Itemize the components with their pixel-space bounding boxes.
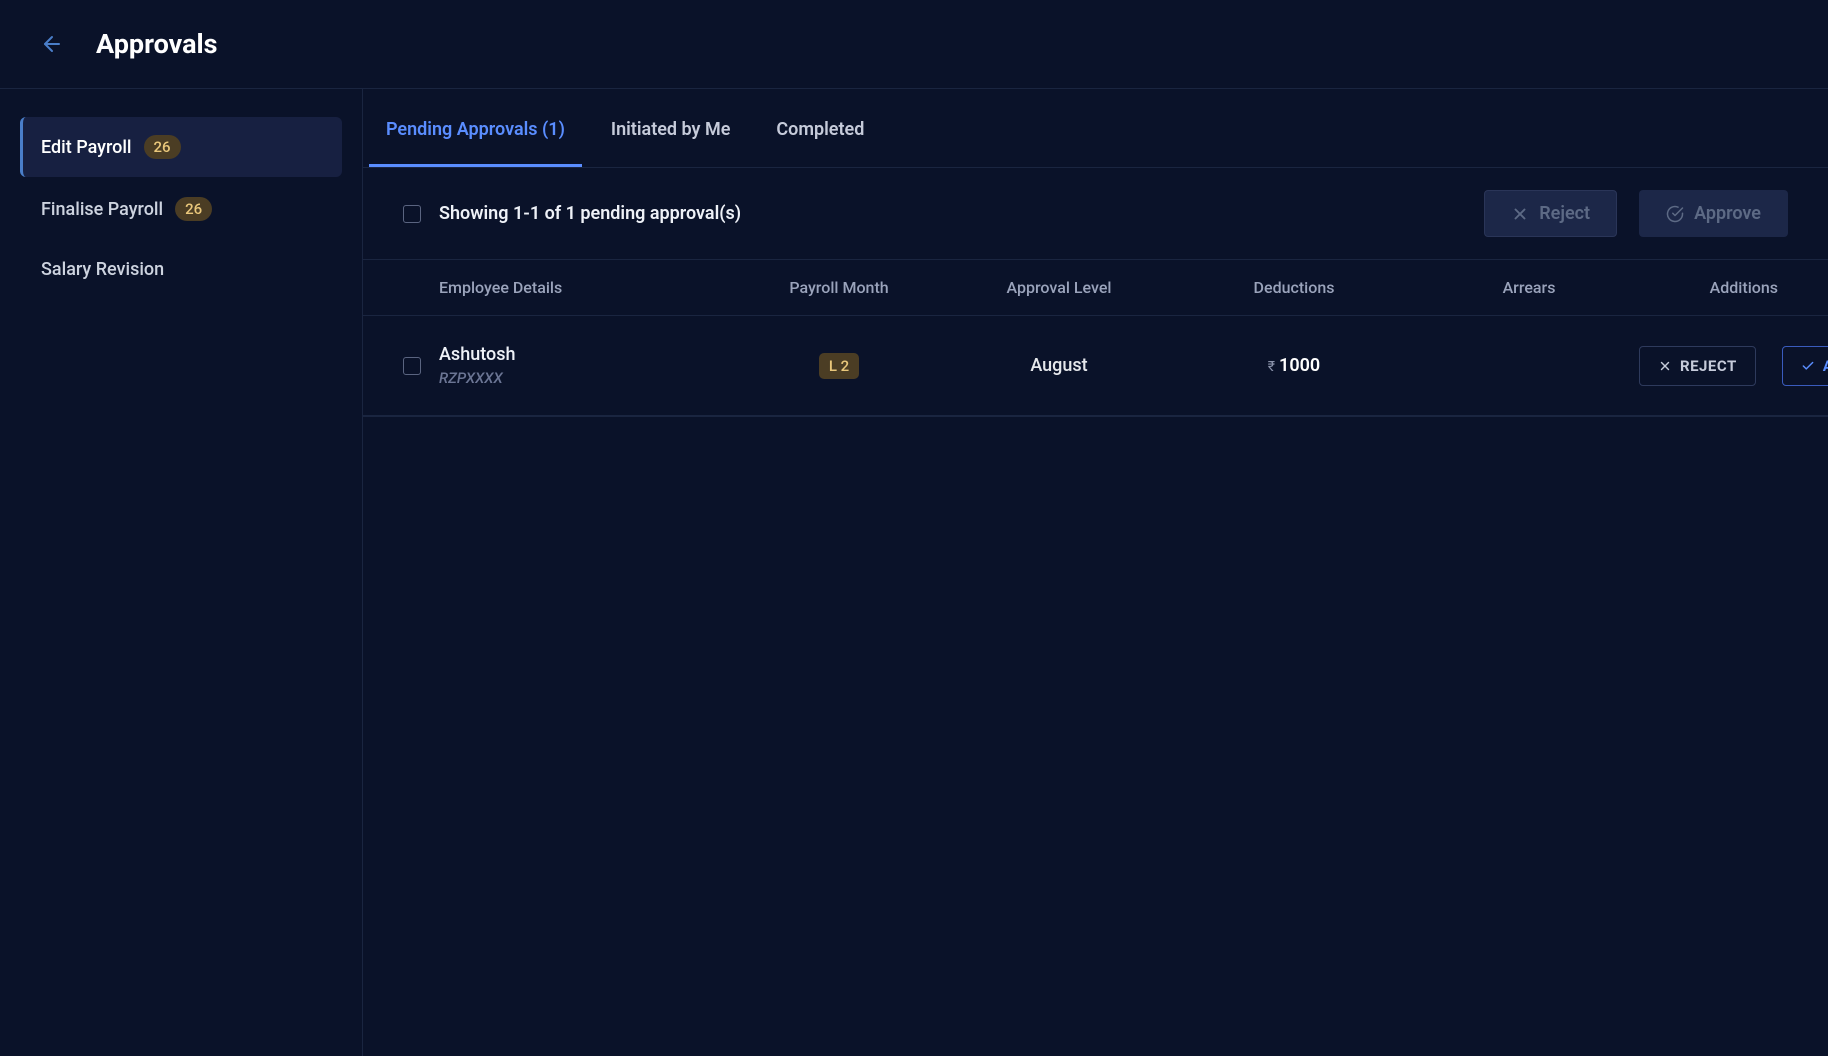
bulk-approve-button[interactable]: Approve [1639, 190, 1788, 237]
row-approve-button[interactable]: APPROVE [1782, 346, 1828, 386]
deductions-amount: 1000 [1279, 355, 1320, 376]
th-arrears: Arrears [1419, 278, 1639, 297]
sidebar-item-salary-revision[interactable]: Salary Revision [20, 241, 342, 298]
row-reject-label: REJECT [1680, 357, 1737, 375]
table-row: Ashutosh RZPXXXX L 2 August ₹1000 [363, 316, 1828, 416]
level-badge: L 2 [819, 353, 859, 379]
bulk-reject-label: Reject [1539, 203, 1590, 224]
bulk-approve-label: Approve [1694, 203, 1761, 224]
sidebar-item-label: Finalise Payroll [41, 199, 163, 220]
tab-initiated-by-me[interactable]: Initiated by Me [594, 89, 748, 167]
tab-pending-approvals[interactable]: Pending Approvals (1) [369, 89, 582, 167]
sidebar-item-label: Salary Revision [41, 259, 164, 280]
th-payroll-month: Payroll Month [729, 278, 949, 297]
summary-text: Showing 1-1 of 1 pending approval(s) [439, 203, 1466, 224]
tab-completed[interactable]: Completed [759, 89, 881, 167]
employee-id: RZPXXXX [439, 369, 729, 387]
check-icon [1801, 359, 1815, 373]
close-icon [1658, 359, 1672, 373]
payroll-month: August [1030, 355, 1087, 376]
sidebar-item-badge: 26 [144, 135, 181, 159]
close-icon [1511, 205, 1529, 223]
th-deductions: Deductions [1169, 278, 1419, 297]
th-approval-level: Approval Level [949, 278, 1169, 297]
th-employee-details: Employee Details [439, 278, 729, 297]
sidebar-item-finalise-payroll[interactable]: Finalise Payroll 26 [20, 179, 342, 239]
sidebar-nav: Edit Payroll 26 Finalise Payroll 26 Sala… [0, 89, 363, 1056]
tabs: Pending Approvals (1) Initiated by Me Co… [363, 89, 1828, 168]
main-content: Pending Approvals (1) Initiated by Me Co… [363, 89, 1828, 1056]
sidebar-item-badge: 26 [175, 197, 212, 221]
row-checkbox[interactable] [403, 357, 421, 375]
select-all-checkbox[interactable] [403, 205, 421, 223]
list-subheader: Showing 1-1 of 1 pending approval(s) Rej… [363, 168, 1828, 259]
page-title: Approvals [96, 28, 218, 60]
bulk-action-buttons: Reject Approve [1484, 190, 1788, 237]
table-header-row: Employee Details Payroll Month Approval … [363, 259, 1828, 316]
sidebar-item-label: Edit Payroll [41, 137, 132, 158]
th-additions: Additions [1639, 278, 1788, 297]
arrow-left-icon [40, 32, 64, 56]
currency-symbol: ₹ [1268, 359, 1275, 375]
check-circle-icon [1666, 205, 1684, 223]
sidebar-item-edit-payroll[interactable]: Edit Payroll 26 [20, 117, 342, 177]
employee-name: Ashutosh [439, 344, 729, 365]
back-arrow-button[interactable] [40, 32, 64, 56]
bulk-reject-button[interactable]: Reject [1484, 190, 1617, 237]
row-approve-label: APPROVE [1823, 357, 1828, 375]
page-header: Approvals [0, 0, 1828, 89]
row-reject-button[interactable]: REJECT [1639, 346, 1756, 386]
